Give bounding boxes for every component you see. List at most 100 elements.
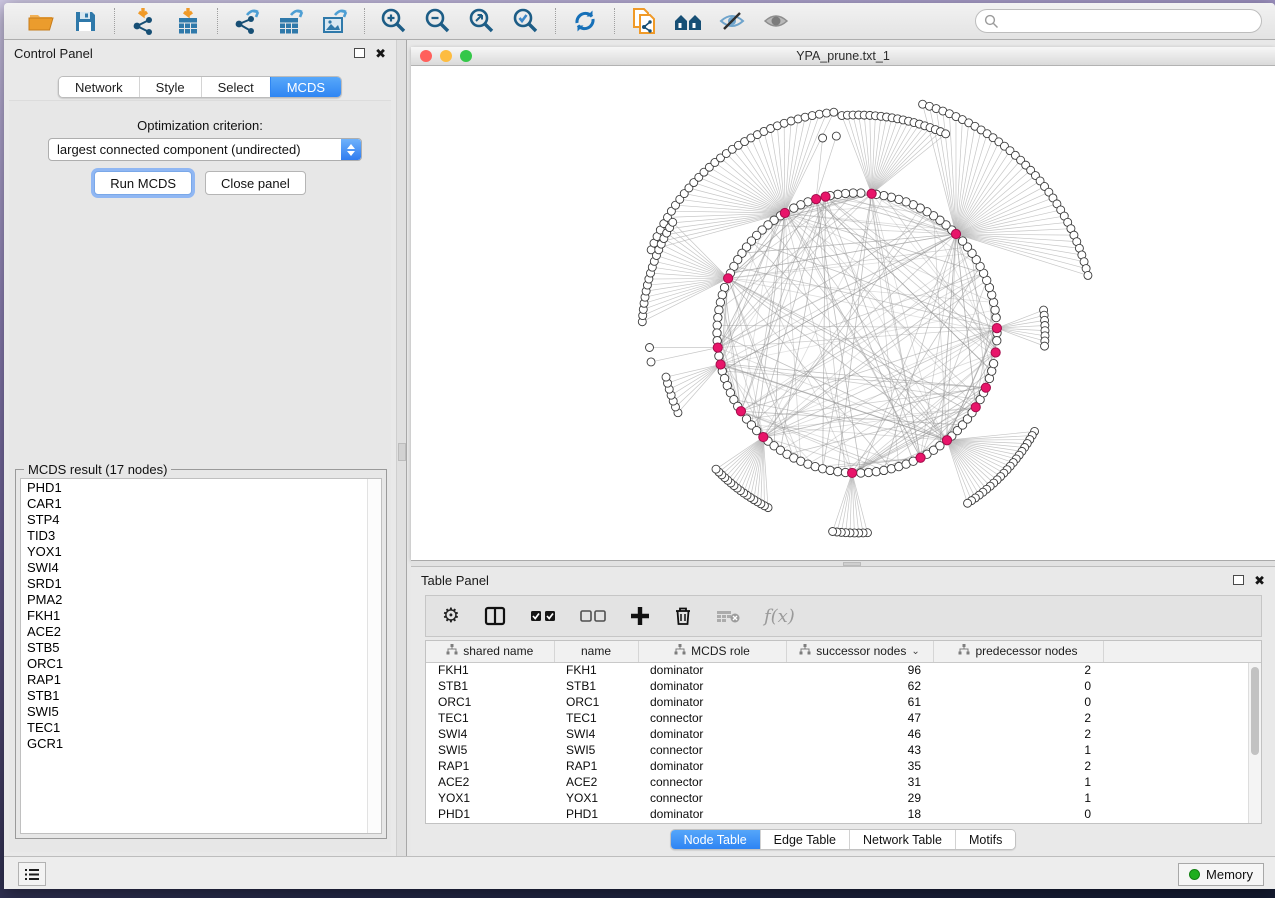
mcds-result-item[interactable]: SRD1	[21, 576, 367, 592]
ring-node[interactable]	[715, 352, 723, 360]
predecessor-nodes-cell[interactable]: 1	[933, 790, 1103, 806]
tab-network-table[interactable]: Network Table	[849, 830, 955, 849]
zoom-fit-icon[interactable]	[467, 7, 497, 35]
ring-node[interactable]	[716, 298, 724, 306]
export-network-icon[interactable]	[232, 7, 262, 35]
name-cell[interactable]: YOX1	[554, 790, 638, 806]
ring-node[interactable]	[841, 189, 849, 197]
delete-columns-icon[interactable]	[674, 606, 692, 626]
tab-node-table[interactable]: Node Table	[671, 830, 760, 849]
mcds-result-item[interactable]: TID3	[21, 528, 367, 544]
mcds-role-cell[interactable]: dominator	[638, 662, 786, 678]
successor-nodes-cell[interactable]: 31	[786, 774, 933, 790]
column-header-shared-name[interactable]: shared name	[426, 641, 554, 662]
close-panel-icon[interactable]: ✖	[1254, 574, 1265, 587]
filler-cell[interactable]	[1103, 742, 1261, 758]
add-column-icon[interactable]	[630, 606, 650, 626]
name-cell[interactable]: SWI5	[554, 742, 638, 758]
table-row[interactable]: ACE2ACE2connector311	[426, 774, 1261, 790]
shared-name-cell[interactable]: RAP1	[426, 758, 554, 774]
mcds-role-cell[interactable]: connector	[638, 774, 786, 790]
mcds-result-item[interactable]: SWI4	[21, 560, 367, 576]
mcds-result-item[interactable]: STP4	[21, 512, 367, 528]
predecessor-nodes-cell[interactable]: 2	[933, 758, 1103, 774]
mcds-hub-node[interactable]	[981, 383, 990, 392]
ring-node[interactable]	[857, 189, 865, 197]
apply-layout-icon[interactable]	[570, 7, 600, 35]
column-header-successor-nodes[interactable]: successor nodes⌄	[786, 641, 933, 662]
mcds-result-item[interactable]: CAR1	[21, 496, 367, 512]
mcds-role-cell[interactable]: connector	[638, 742, 786, 758]
ring-node[interactable]	[857, 469, 865, 477]
ring-node[interactable]	[991, 306, 999, 314]
table-row[interactable]: TEC1TEC1connector472	[426, 710, 1261, 726]
tab-style[interactable]: Style	[139, 77, 201, 97]
mcds-result-item[interactable]: PHD1	[21, 480, 367, 496]
leaf-node[interactable]	[662, 373, 670, 381]
table-scrollbar[interactable]	[1248, 663, 1261, 823]
leaf-node[interactable]	[1041, 342, 1049, 350]
ring-node[interactable]	[752, 426, 760, 434]
export-table-icon[interactable]	[276, 7, 306, 35]
column-header-MCDS-role[interactable]: MCDS role	[638, 641, 786, 662]
mcds-result-item[interactable]: ACE2	[21, 624, 367, 640]
name-cell[interactable]: STB1	[554, 678, 638, 694]
name-cell[interactable]: FKH1	[554, 662, 638, 678]
network-window-titlebar[interactable]: YPA_prune.txt_1	[411, 47, 1275, 66]
mcds-hub-node[interactable]	[780, 208, 789, 217]
ring-node[interactable]	[880, 466, 888, 474]
leaf-node[interactable]	[942, 130, 950, 138]
leaf-node[interactable]	[669, 218, 677, 226]
memory-button[interactable]: Memory	[1178, 863, 1264, 886]
predecessor-nodes-cell[interactable]: 1	[933, 774, 1103, 790]
mcds-hub-node[interactable]	[992, 324, 1001, 333]
leaf-node[interactable]	[646, 344, 654, 352]
successor-nodes-cell[interactable]: 35	[786, 758, 933, 774]
mcds-hub-node[interactable]	[821, 192, 830, 201]
mcds-result-list[interactable]: PHD1CAR1STP4TID3YOX1SWI4SRD1PMA2FKH1ACE2…	[21, 479, 367, 833]
filler-cell[interactable]	[1103, 806, 1261, 822]
successor-nodes-cell[interactable]: 18	[786, 806, 933, 822]
ring-node[interactable]	[818, 465, 826, 473]
search-input[interactable]	[975, 9, 1262, 33]
shared-name-cell[interactable]: ORC1	[426, 694, 554, 710]
hide-selected-icon[interactable]	[717, 7, 747, 35]
table-row[interactable]: YOX1YOX1connector291	[426, 790, 1261, 806]
table-row[interactable]: RAP1RAP1dominator352	[426, 758, 1261, 774]
mcds-role-cell[interactable]: dominator	[638, 806, 786, 822]
filler-cell[interactable]	[1103, 662, 1261, 678]
leaf-node[interactable]	[819, 134, 827, 142]
close-panel-icon[interactable]: ✖	[375, 47, 386, 60]
new-network-from-selection-icon[interactable]	[629, 7, 659, 35]
ring-node[interactable]	[887, 193, 895, 201]
ring-node[interactable]	[849, 189, 857, 197]
name-cell[interactable]: SWI4	[554, 726, 638, 742]
successor-nodes-cell[interactable]: 61	[786, 694, 933, 710]
leaf-node[interactable]	[830, 108, 838, 116]
mcds-role-cell[interactable]: connector	[638, 790, 786, 806]
shared-name-cell[interactable]: STB1	[426, 678, 554, 694]
tab-select[interactable]: Select	[201, 77, 270, 97]
mcds-hub-node[interactable]	[942, 436, 951, 445]
shared-name-cell[interactable]: PHD1	[426, 806, 554, 822]
ring-node[interactable]	[715, 306, 723, 314]
predecessor-nodes-cell[interactable]: 2	[933, 710, 1103, 726]
save-session-icon[interactable]	[70, 7, 100, 35]
mcds-hub-node[interactable]	[736, 407, 745, 416]
filler-cell[interactable]	[1103, 678, 1261, 694]
leaf-node[interactable]	[815, 110, 823, 118]
zoom-selected-icon[interactable]	[511, 7, 541, 35]
import-network-icon[interactable]	[129, 7, 159, 35]
import-table-icon[interactable]	[173, 7, 203, 35]
tab-network[interactable]: Network	[59, 77, 139, 97]
table-row[interactable]: PHD1PHD1dominator180	[426, 806, 1261, 822]
ring-node[interactable]	[992, 313, 1000, 321]
filler-cell[interactable]	[1103, 694, 1261, 710]
splitter-handle[interactable]	[398, 443, 406, 461]
leaf-node[interactable]	[808, 112, 816, 120]
float-panel-icon[interactable]	[354, 48, 365, 58]
mcds-role-cell[interactable]: dominator	[638, 726, 786, 742]
zoom-out-icon[interactable]	[423, 7, 453, 35]
mcds-hub-node[interactable]	[811, 195, 820, 204]
successor-nodes-cell[interactable]: 29	[786, 790, 933, 806]
